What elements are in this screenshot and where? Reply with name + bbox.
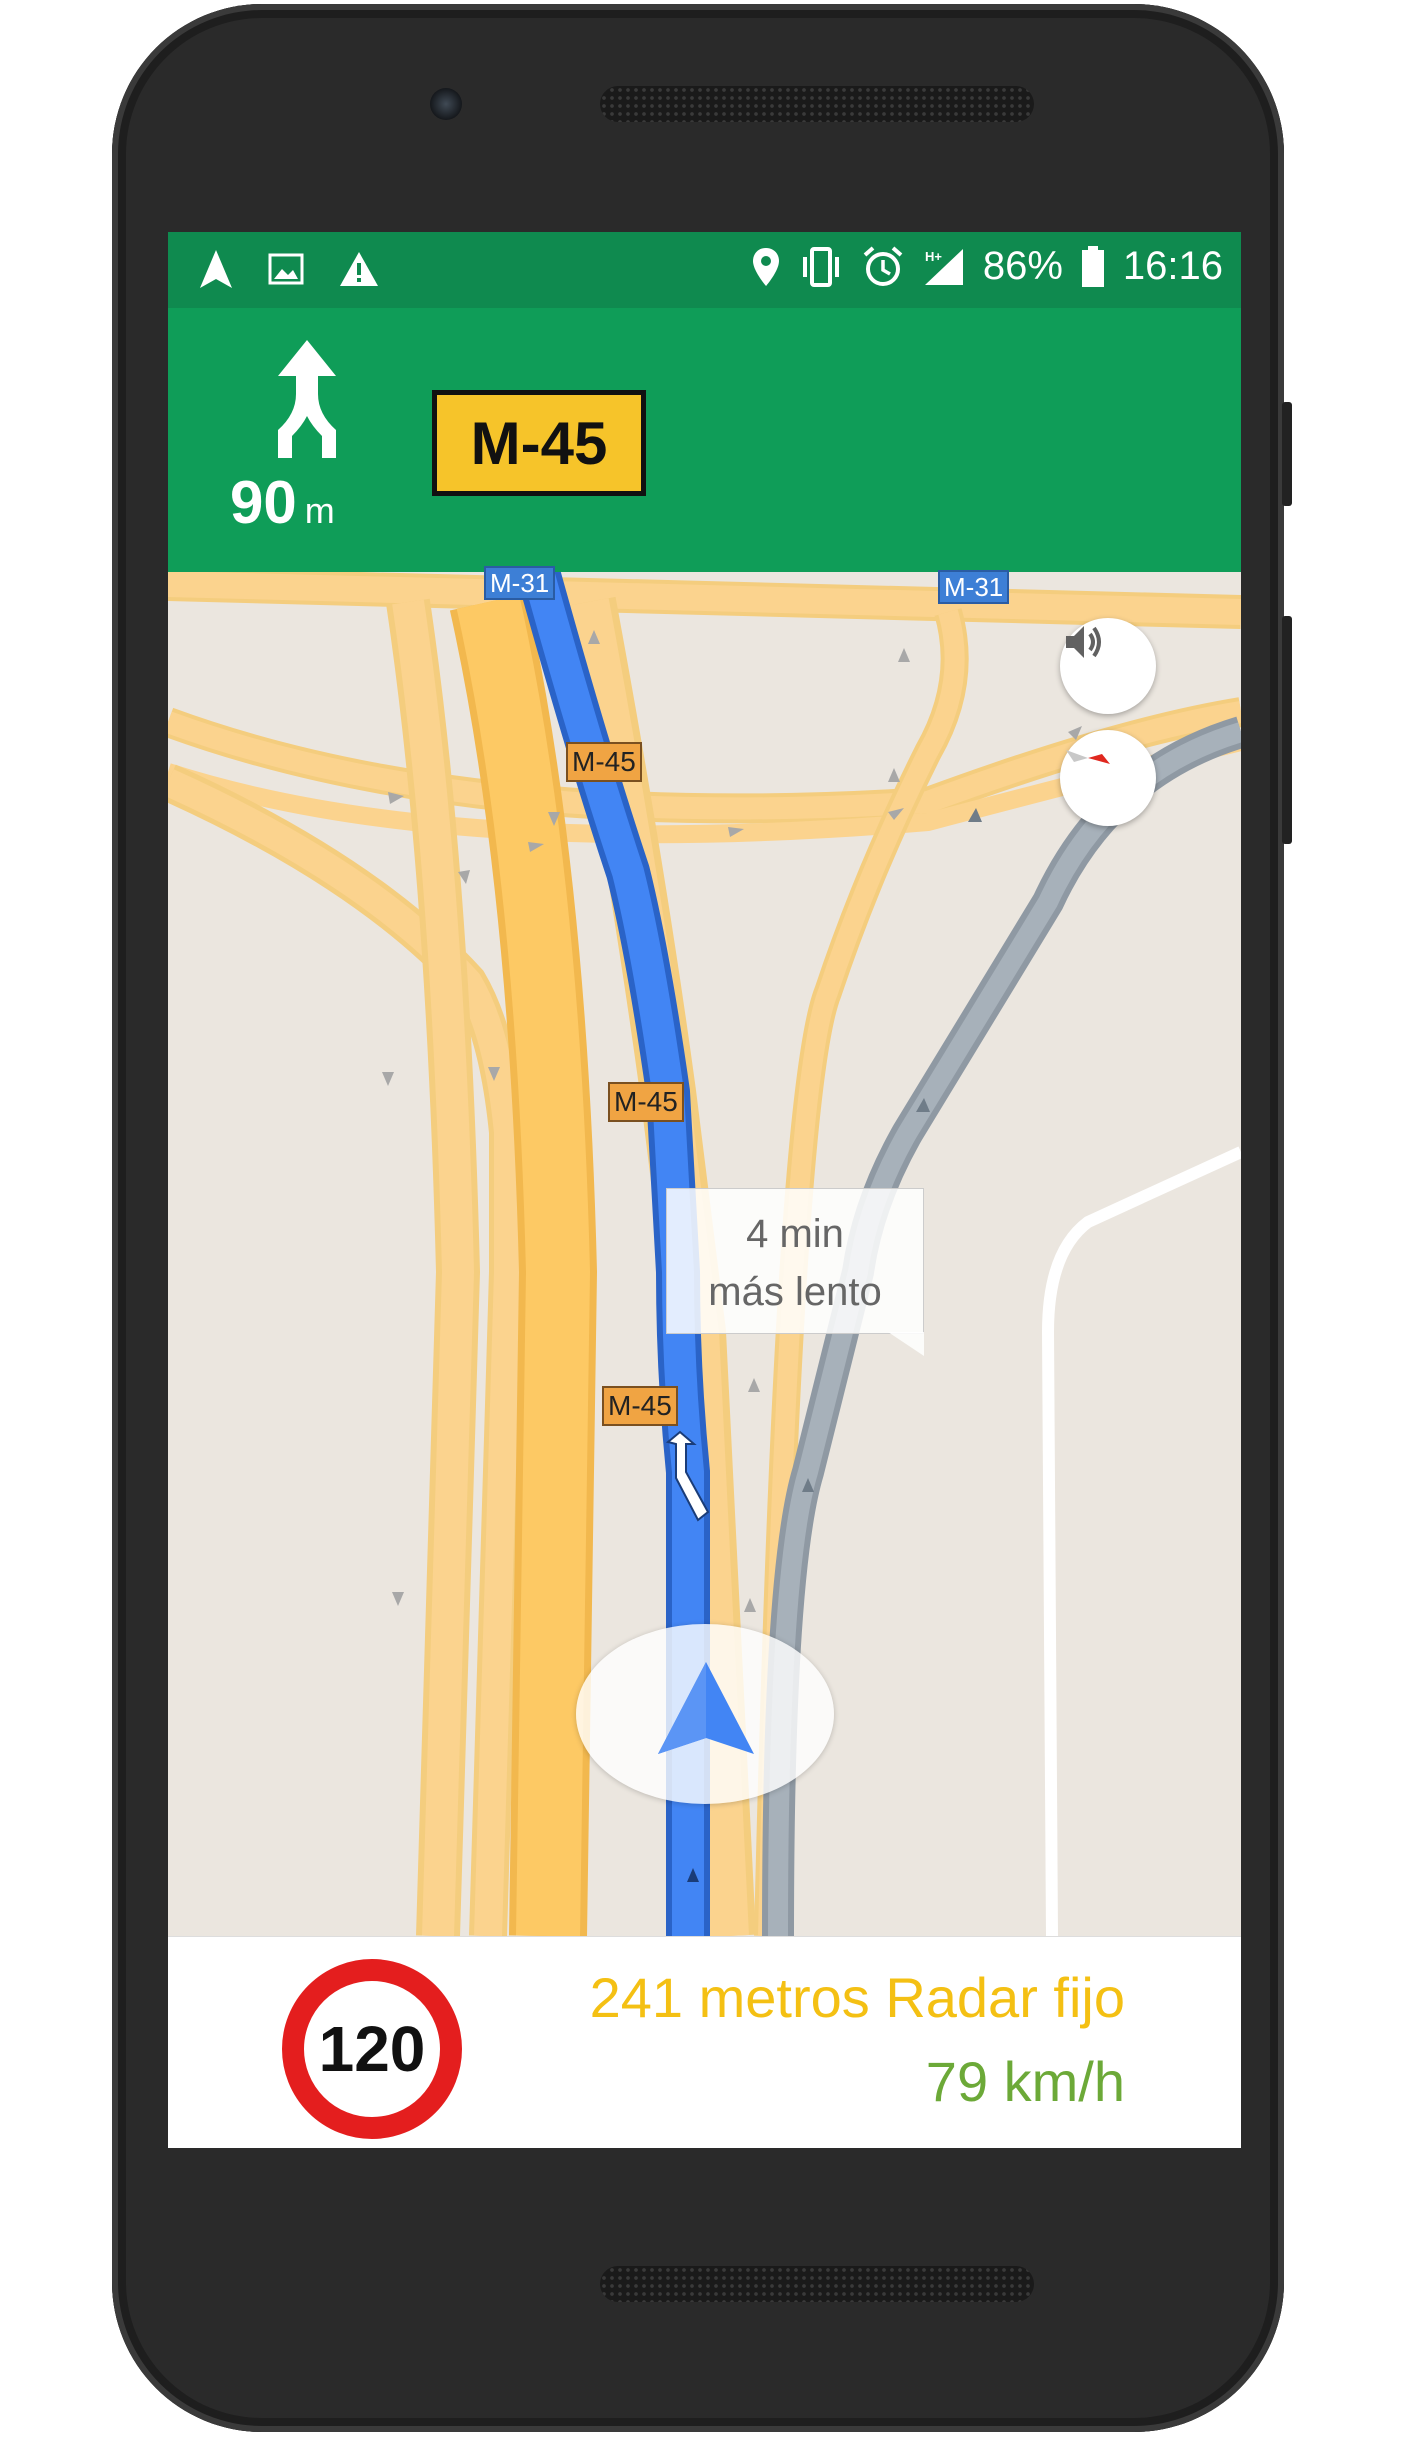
location-arrow-icon: [658, 1662, 754, 1754]
alarm-icon: [863, 245, 903, 286]
road-shield-label: M-45: [470, 409, 608, 477]
volume-icon: [1066, 626, 1101, 658]
current-speed-text: 79 km/h: [925, 2050, 1125, 2113]
earpiece-speaker: [600, 86, 1034, 122]
distance-readout: 90 m: [230, 468, 335, 537]
alert-panel: 120 241 metros Radar fijo 79 km/h: [168, 1936, 1241, 2148]
signal-icon: H+: [924, 248, 963, 285]
navigation-header[interactable]: 90 m M-45: [168, 308, 1241, 572]
battery-percent: 86%: [982, 244, 1063, 288]
radar-warning-text: 241 metros Radar fijo: [589, 1966, 1125, 2029]
front-camera: [430, 88, 462, 120]
bottom-speaker: [600, 2266, 1034, 2302]
merge-icon: [278, 340, 336, 458]
road-shield: M-45: [432, 390, 646, 496]
clock: 16:16: [1122, 244, 1223, 288]
speed-limit-sign: 120: [282, 1959, 462, 2139]
power-button: [1282, 402, 1292, 506]
image-icon: [268, 253, 304, 285]
speed-limit-value: 120: [318, 2013, 426, 2085]
distance-unit: m: [304, 490, 335, 531]
vibrate-icon: [802, 246, 839, 287]
location-icon: [752, 247, 779, 286]
callout-time: 4 min: [746, 1212, 844, 1256]
compass-icon: [1066, 750, 1110, 764]
status-bar: H+ 86% 16:16: [168, 232, 1241, 308]
svg-text:H+: H+: [925, 249, 942, 264]
road-label-m45-middle: M-45: [608, 1082, 684, 1122]
map-view[interactable]: M-31 M-31 M-45 M-45 M-45 4 min más lento: [168, 566, 1241, 1936]
distance-value: 90: [230, 469, 297, 536]
route-alternative-callout[interactable]: 4 min más lento: [666, 1188, 924, 1334]
screen: H+ 86% 16:16 90 m M-45 M-31 M-31 M-45 M-…: [168, 232, 1241, 2148]
volume-button[interactable]: [1060, 618, 1156, 714]
battery-icon: [1081, 245, 1104, 287]
callout-text: más lento: [708, 1270, 882, 1314]
road-label-m45-top: M-45: [566, 742, 642, 782]
compass-button[interactable]: [1060, 730, 1156, 826]
volume-button: [1282, 616, 1292, 844]
road-label-m45-bottom: M-45: [602, 1386, 678, 1426]
road-label-m31-left: M-31: [484, 566, 556, 600]
warning-icon: [340, 252, 378, 286]
road-label-m31-right: M-31: [938, 570, 1010, 604]
callout-pointer: [888, 1332, 924, 1356]
current-location-marker: [576, 1624, 834, 1804]
navigation-icon: [200, 250, 232, 288]
